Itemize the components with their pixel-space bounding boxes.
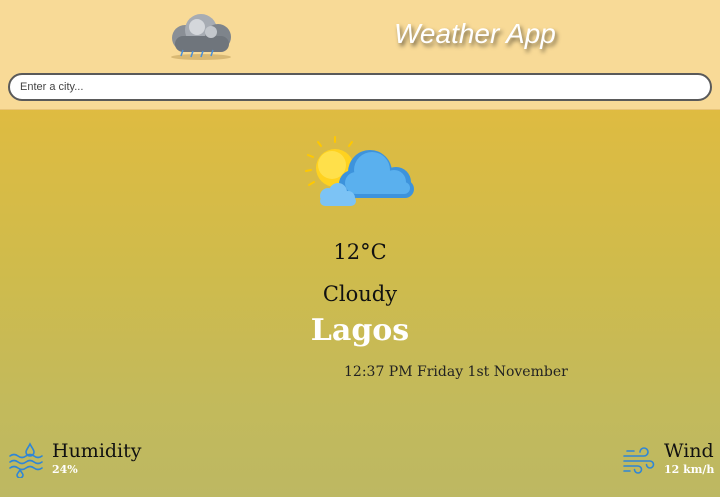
wind-panel: Wind 12 km/h xyxy=(622,440,720,480)
wind-value: 12 km/h xyxy=(664,463,715,476)
app-header: Weather App xyxy=(0,0,720,110)
cloud-logo-icon xyxy=(163,10,239,62)
city-name: Lagos xyxy=(310,313,410,348)
wind-label: Wind xyxy=(664,440,714,462)
app-title: Weather App xyxy=(394,18,556,49)
wind-icon xyxy=(622,444,656,476)
humidity-panel: Humidity 24% xyxy=(8,440,168,480)
humidity-label: Humidity xyxy=(52,440,142,462)
temperature: 12°C xyxy=(333,240,387,264)
partly-cloudy-icon xyxy=(300,136,420,210)
search-bar xyxy=(8,73,712,101)
city-search-input[interactable] xyxy=(8,73,712,101)
humidity-value: 24% xyxy=(52,463,78,476)
local-datetime: 12:37 PM Friday 1st November xyxy=(344,364,568,380)
weather-condition: Cloudy xyxy=(322,282,398,306)
humidity-icon xyxy=(8,442,44,479)
